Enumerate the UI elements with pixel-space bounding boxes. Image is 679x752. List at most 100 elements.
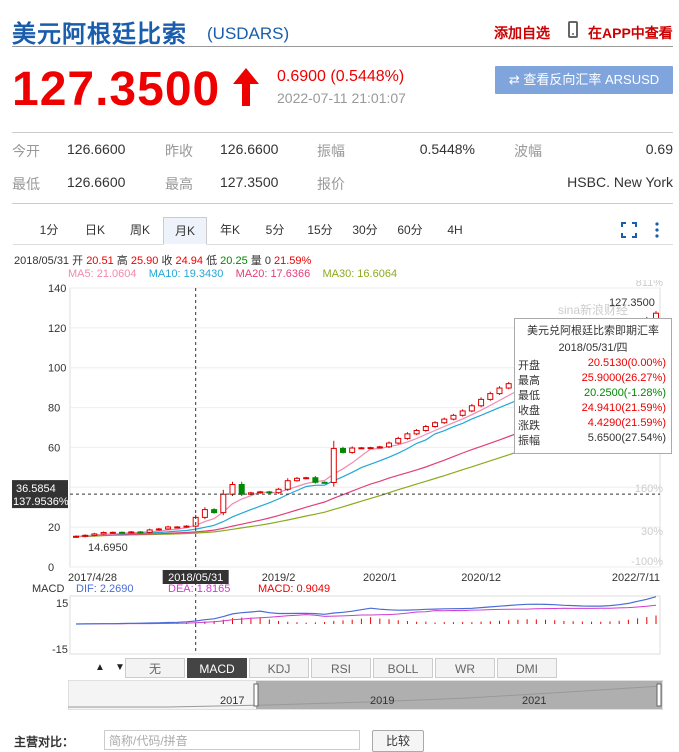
pct-tick-label: 811% xyxy=(636,280,664,289)
tooltip-row: 最低 20.2500(-1.28%) xyxy=(518,387,668,402)
candle-body xyxy=(109,531,116,534)
ma30-legend: MA30: 16.6064 xyxy=(322,268,398,280)
chart-period-tabs: 1分 日K 周K 月K 年K 5分 15分 30分 60分 4H xyxy=(13,217,673,245)
candle-body xyxy=(303,477,310,480)
up-arrow-icon xyxy=(233,68,259,106)
macd-label: MACD xyxy=(32,583,64,595)
tab-5min[interactable]: 5分 xyxy=(261,217,289,243)
y-tick-label: 140 xyxy=(48,283,66,295)
tab-1min[interactable]: 1分 xyxy=(35,217,63,243)
tab-daily-k[interactable]: 日K xyxy=(81,217,109,243)
symbol-code: (USDARS) xyxy=(207,24,290,43)
stat-value: HSBC. New York xyxy=(567,174,673,190)
x-axis-labels: 2017/4/282018/05/312019/22020/12020/1220… xyxy=(68,572,660,584)
candle-body xyxy=(478,398,485,407)
indicator-wr[interactable]: WR xyxy=(435,658,495,678)
stat-label: 最高 xyxy=(165,176,193,192)
compare-search-input[interactable]: 简称/代码/拼音 xyxy=(104,730,360,750)
candle-body xyxy=(459,410,466,416)
indicator-boll[interactable]: BOLL xyxy=(373,658,433,678)
add-watchlist-link[interactable]: 添加自选 xyxy=(494,23,550,43)
compare-button[interactable]: 比较 xyxy=(372,730,424,752)
swap-icon: ⇄ xyxy=(508,72,524,87)
candle-body xyxy=(229,483,236,495)
pct-tick-label: 160% xyxy=(635,483,663,495)
macd-dea: DEA: 1.8165 xyxy=(168,583,230,595)
candle-body xyxy=(441,418,448,424)
tooltip-row: 收盘 24.9410(21.59%) xyxy=(518,402,668,417)
info-close: 24.94 xyxy=(175,255,204,267)
candle-body xyxy=(211,509,218,514)
candle-body xyxy=(496,387,503,395)
fullscreen-icon[interactable] xyxy=(621,222,637,238)
candle-body xyxy=(266,491,273,494)
macd-ytick-top: 15 xyxy=(56,598,68,610)
tab-weekly-k[interactable]: 周K xyxy=(125,217,155,243)
candle-body xyxy=(339,447,346,453)
macd-dif: DIF: 2.2690 xyxy=(76,583,133,595)
macd-value: MACD: 0.9049 xyxy=(258,583,330,595)
tooltip-row: 振幅 5.6500(27.54%) xyxy=(518,432,668,447)
navigator-year: 2019 xyxy=(370,695,394,707)
view-in-app-link[interactable]: 在APP中查看 xyxy=(588,23,673,43)
tab-monthly-k[interactable]: 月K xyxy=(163,217,207,245)
tab-yearly-k[interactable]: 年K xyxy=(215,217,245,243)
candle-body xyxy=(450,414,457,420)
y-tick-label: 80 xyxy=(48,403,60,415)
stat-value: 126.6600 xyxy=(67,174,126,190)
ma5-legend: MA5: 21.0604 xyxy=(68,268,137,280)
page-title: 美元阿根廷比索 xyxy=(12,21,187,48)
tooltip-key: 振幅 xyxy=(518,435,540,447)
current-price: 127.3500 xyxy=(12,63,221,116)
info-high: 25.90 xyxy=(130,255,159,267)
candle-body xyxy=(284,480,291,490)
tab-60min[interactable]: 60分 xyxy=(394,217,426,243)
ma20-legend: MA20: 17.6366 xyxy=(235,268,311,280)
y-tick-label: 100 xyxy=(48,363,66,375)
reverse-rate-button[interactable]: ⇄ 查看反向汇率 ARSUSD xyxy=(495,66,673,94)
navigator-year: 2017 xyxy=(220,695,244,707)
navigator-year: 2021 xyxy=(522,695,546,707)
tab-30min[interactable]: 30分 xyxy=(349,217,381,243)
macd-panel xyxy=(69,595,661,655)
tab-4h[interactable]: 4H xyxy=(443,217,467,243)
info-low: 20.25 xyxy=(220,255,248,267)
candle-body xyxy=(275,488,282,494)
navigator-right-handle[interactable] xyxy=(656,683,662,707)
macd-dif-line xyxy=(75,596,657,625)
stat-value: 0.5448% xyxy=(419,141,475,157)
arrow-up-icon[interactable]: ▲ xyxy=(90,658,110,678)
info-vol-label: 量 xyxy=(250,255,262,267)
range-navigator[interactable]: 2017 2019 2021 xyxy=(68,680,663,710)
candle-body xyxy=(257,491,264,494)
info-high-label: 高 xyxy=(116,255,128,267)
stats-row-1: 今开 126.6600 昨收 126.6600 振幅 0.5448% 波幅 0.… xyxy=(12,141,673,161)
navigator-selection[interactable] xyxy=(256,681,662,709)
candle-body xyxy=(183,525,190,528)
pct-tick-label: 30% xyxy=(641,526,663,538)
quote-timestamp: 2022-07-11 21:01:07 xyxy=(277,90,406,106)
indicator-dmi[interactable]: DMI xyxy=(497,658,557,678)
stat-label: 报价 xyxy=(317,176,345,192)
tooltip-key: 开盘 xyxy=(518,360,540,372)
navigator-left-handle[interactable] xyxy=(253,683,259,707)
candle-body xyxy=(404,433,411,439)
indicator-macd[interactable]: MACD xyxy=(187,658,247,678)
candle-body xyxy=(376,446,383,449)
candle-tooltip: 美元兑阿根廷比索即期汇率 2018/05/31/四 开盘 20.5130(0.00… xyxy=(514,318,672,454)
indicator-rsi[interactable]: RSI xyxy=(311,658,371,678)
phone-icon xyxy=(568,21,578,38)
indicator-none[interactable]: 无 xyxy=(125,658,185,678)
stats-row-2: 最低 126.6600 最高 127.3500 报价 HSBC. New Yor… xyxy=(12,174,673,194)
candle-body xyxy=(137,531,144,534)
header-divider xyxy=(12,46,673,47)
more-options-icon[interactable] xyxy=(653,221,661,239)
stat-label: 今开 xyxy=(12,143,40,159)
tab-15min[interactable]: 15分 xyxy=(304,217,336,243)
macd-ytick-bottom: -15 xyxy=(52,644,68,656)
x-tick-label: 2020/1 xyxy=(363,572,397,584)
tooltip-value: 5.6500(27.54%) xyxy=(587,432,666,444)
stat-value: 126.6600 xyxy=(67,141,126,157)
indicator-kdj[interactable]: KDJ xyxy=(249,658,309,678)
stats-top-divider xyxy=(12,132,673,133)
